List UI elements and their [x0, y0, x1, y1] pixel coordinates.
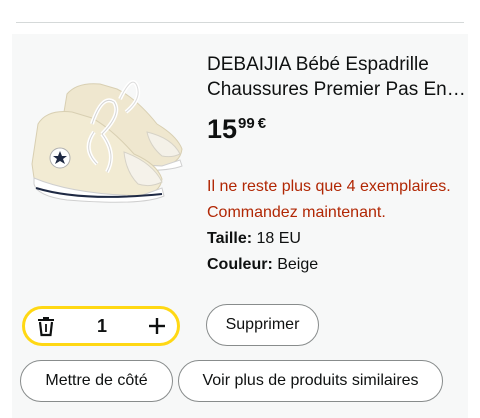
top-divider — [16, 22, 464, 23]
save-for-later-button[interactable]: Mettre de côté — [20, 360, 173, 402]
price-whole: 15 — [207, 114, 238, 144]
trash-icon[interactable] — [35, 315, 57, 337]
size-value: 18 EU — [256, 230, 301, 247]
size-attribute: Taille: 18 EU — [207, 226, 467, 252]
stock-message: Il ne reste plus que 4 exemplaires. Comm… — [207, 178, 451, 221]
plus-icon[interactable] — [147, 316, 167, 336]
product-title-line-2[interactable]: Chaussures Premier Pas En… — [207, 77, 467, 102]
product-image[interactable] — [22, 54, 192, 204]
quantity-value: 1 — [96, 315, 107, 336]
product-price: 15 99 € — [207, 114, 467, 144]
color-attribute: Couleur: Beige — [207, 252, 467, 278]
product-title[interactable]: DEBAIJIA Bébé Espadrille Chaussures Prem… — [207, 52, 467, 102]
cart-item-card: DEBAIJIA Bébé Espadrille Chaussures Prem… — [12, 34, 468, 418]
delete-button[interactable]: Supprimer — [206, 304, 319, 346]
product-info: DEBAIJIA Bébé Espadrille Chaussures Prem… — [207, 52, 467, 278]
see-similar-button[interactable]: Voir plus de produits similaires — [178, 360, 443, 402]
price-fraction: 99 — [238, 115, 255, 132]
product-title-line-1[interactable]: DEBAIJIA Bébé Espadrille — [207, 52, 467, 77]
price-currency: € — [257, 115, 267, 132]
color-label: Couleur: — [207, 256, 273, 273]
quantity-stepper: 1 — [22, 306, 180, 346]
color-value: Beige — [277, 256, 319, 273]
size-label: Taille: — [207, 230, 253, 247]
